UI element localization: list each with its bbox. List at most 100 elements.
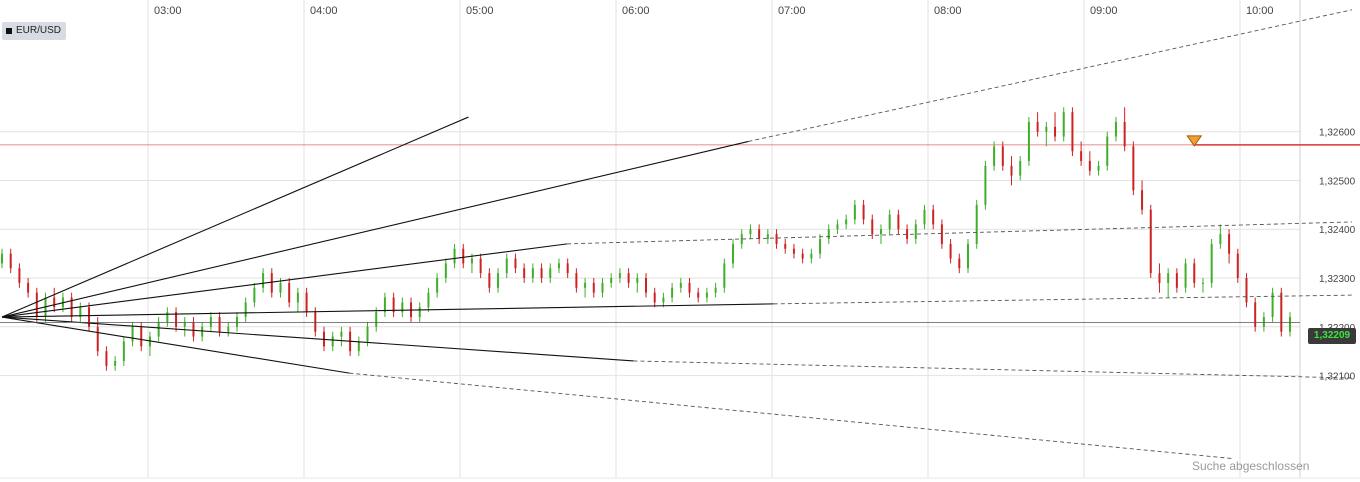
candle-body xyxy=(653,292,656,303)
symbol-label: EUR/USD xyxy=(16,25,62,36)
candle-body xyxy=(1071,112,1074,152)
candle-body xyxy=(766,234,769,239)
candle-body xyxy=(488,273,491,288)
candle-body xyxy=(192,321,195,337)
candle-body xyxy=(18,268,21,283)
candle-body xyxy=(853,204,856,220)
last-price-badge: 1,32209 xyxy=(1308,328,1356,344)
candle-body xyxy=(462,248,465,264)
candle-body xyxy=(1123,121,1126,147)
candle-body xyxy=(601,282,604,293)
candle-body xyxy=(531,268,534,279)
candle-body xyxy=(1210,243,1213,283)
candle-body xyxy=(262,273,265,288)
candle-body xyxy=(505,258,508,274)
candle-body xyxy=(688,282,691,293)
candle-body xyxy=(827,229,830,239)
candle-body xyxy=(1149,209,1152,274)
candle-body xyxy=(697,292,700,298)
candle-body xyxy=(331,336,334,347)
candle-body xyxy=(592,282,595,293)
candle-body xyxy=(1254,302,1257,327)
candle-body xyxy=(810,253,813,259)
candle-body xyxy=(1114,121,1117,137)
candle-body xyxy=(340,331,343,337)
candle-body xyxy=(1245,278,1248,303)
candle-body xyxy=(679,282,682,288)
candle-body xyxy=(705,292,708,298)
candle-body xyxy=(1132,146,1135,191)
candle-body xyxy=(975,204,978,244)
candle-body xyxy=(888,214,891,230)
candle-body xyxy=(1184,263,1187,288)
candle-body xyxy=(201,326,204,337)
candle-body xyxy=(819,239,822,254)
candle-body xyxy=(53,297,56,308)
candle-body xyxy=(105,351,108,366)
x-tick-label: 10:00 xyxy=(1246,5,1274,17)
candle-body xyxy=(427,292,430,308)
candle-body xyxy=(914,224,917,239)
candle-body xyxy=(1,253,3,264)
candle-body xyxy=(1088,160,1091,171)
x-tick-label: 05:00 xyxy=(466,5,494,17)
candle-body xyxy=(375,312,378,327)
candle-body xyxy=(1228,234,1231,254)
square-icon xyxy=(6,28,12,34)
candle-body xyxy=(444,263,447,279)
x-tick-label: 03:00 xyxy=(154,5,182,17)
candle-body xyxy=(662,297,665,303)
candle-body xyxy=(209,317,212,327)
candle-body xyxy=(1193,263,1196,283)
candle-body xyxy=(1010,165,1013,176)
candle-body xyxy=(671,287,674,298)
candle-body xyxy=(288,282,291,303)
candle-body xyxy=(1158,273,1161,283)
candle-body xyxy=(140,326,143,347)
candle-body xyxy=(470,258,473,264)
candle-body xyxy=(1167,273,1170,283)
candle-body xyxy=(1175,273,1178,288)
candle-body xyxy=(27,282,30,293)
candle-body xyxy=(749,229,752,235)
candle-body xyxy=(566,263,569,274)
price-chart[interactable]: 03:00 04:00 05:00 06:00 07:00 08:00 09:00 10:00… xyxy=(0,0,1360,482)
candle-body xyxy=(157,321,160,337)
candle-body xyxy=(523,268,526,279)
candle-body xyxy=(575,273,578,288)
candle-body xyxy=(436,278,439,293)
candle-body xyxy=(1080,151,1083,161)
y-tick-label: 1,32100 xyxy=(1319,372,1356,383)
candle-body xyxy=(949,243,952,259)
candle-body xyxy=(88,307,91,327)
candle-body xyxy=(758,229,761,239)
candle-body xyxy=(897,214,900,230)
candle-body xyxy=(514,258,517,269)
candle-body xyxy=(1054,126,1057,137)
candle-body xyxy=(723,263,726,288)
candle-body xyxy=(993,146,996,166)
symbol-badge[interactable]: EUR/USD xyxy=(2,22,67,40)
chart-root[interactable]: 03:00 04:00 05:00 06:00 07:00 08:00 09:00 10:00… xyxy=(0,0,1360,482)
candle-body xyxy=(836,224,839,230)
candle-body xyxy=(253,287,256,303)
candle-body xyxy=(584,282,587,288)
candle-body xyxy=(1019,160,1022,176)
candle-body xyxy=(627,273,630,283)
candle-body xyxy=(792,248,795,254)
candle-body xyxy=(1097,165,1100,171)
candle-body xyxy=(557,263,560,269)
x-tick-label: 04:00 xyxy=(310,5,338,17)
x-tick-label: 09:00 xyxy=(1090,5,1118,17)
candle-body xyxy=(784,243,787,249)
candle-body xyxy=(1289,317,1291,332)
candle-body xyxy=(549,268,552,279)
candle-body xyxy=(879,229,882,235)
candle-body xyxy=(279,282,282,293)
candle-body xyxy=(1036,121,1039,132)
candle-body xyxy=(1045,126,1048,132)
candle-body xyxy=(967,243,969,269)
candle-body xyxy=(270,273,273,293)
candle-body xyxy=(984,165,987,205)
status-text: Suche abgeschlossen xyxy=(1192,459,1310,473)
